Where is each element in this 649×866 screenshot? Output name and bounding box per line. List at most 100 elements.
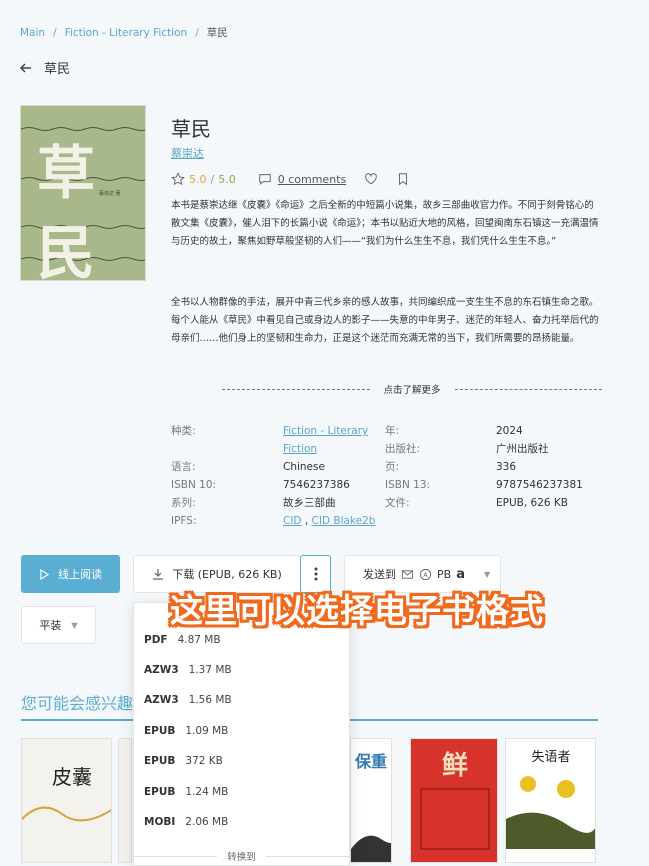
read-online-button[interactable]: 线上阅读: [21, 555, 120, 593]
bookmark-button[interactable]: [396, 172, 410, 186]
breadcrumb-main[interactable]: Main: [20, 27, 45, 39]
binding-select[interactable]: 平装 ▼: [21, 606, 96, 644]
download-icon: [153, 569, 164, 580]
svg-text:A: A: [423, 570, 428, 578]
format-option[interactable]: MOBI 2.06 MB: [144, 816, 228, 828]
comments-label: 0 comments: [277, 172, 347, 186]
detail-value: 故乡三部曲: [283, 497, 336, 509]
caret-down-icon: ▼: [71, 620, 78, 630]
book-details: 种类: Fiction - Literary Fiction 语言: Chine…: [171, 422, 601, 532]
format-size: 372 KB: [185, 755, 223, 767]
back-title: 草民: [44, 62, 71, 77]
detail-label: 语言:: [171, 461, 196, 473]
recommended-book[interactable]: 鲜: [410, 738, 498, 863]
play-icon: [40, 568, 50, 580]
convert-to-divider: 转换到: [134, 849, 350, 863]
detail-label: 出版社:: [385, 443, 421, 455]
detail-label: 系列:: [171, 497, 196, 509]
detail-value: 2024: [496, 425, 523, 437]
detail-label: 页:: [385, 461, 400, 473]
cover-title-char: 草: [37, 139, 96, 207]
breadcrumb-current: 草民: [206, 27, 228, 39]
ipfs-blake-link[interactable]: CID Blake2b: [312, 515, 376, 527]
breadcrumb-separator: /: [195, 26, 199, 39]
more-vertical-icon: [314, 567, 317, 581]
rating-value: 5.0: [189, 172, 207, 186]
detail-value: Chinese: [283, 461, 325, 473]
format-name: AZW3: [144, 694, 179, 706]
book-cover-art: 保重: [351, 752, 391, 862]
star-icon: [171, 172, 185, 186]
back-link[interactable]: 草民: [18, 58, 70, 77]
at-icon: A: [419, 568, 432, 580]
convert-to-label: 转换到: [227, 852, 256, 863]
rating-separator: /: [210, 172, 215, 186]
format-option[interactable]: EPUB 1.09 MB: [144, 725, 228, 737]
detail-value: EPUB, 626 KB: [496, 497, 568, 509]
format-name: PDF: [144, 634, 168, 646]
book-cover-art: 失语者: [506, 750, 595, 849]
book-cover-art: 鲜: [420, 751, 490, 850]
author-link[interactable]: 蔡崇达: [171, 145, 204, 161]
book-title: 皮囊: [52, 765, 92, 789]
format-name: EPUB: [144, 755, 176, 767]
send-to-label: 发送到: [363, 568, 396, 581]
comments-link[interactable]: 0 comments: [258, 172, 347, 186]
amazon-icon: a: [456, 566, 465, 582]
recommended-book[interactable]: 失语者: [505, 738, 596, 863]
format-size: 1.37 MB: [188, 664, 232, 676]
ipfs-cid-link[interactable]: CID: [283, 515, 302, 527]
comment-icon: [258, 174, 271, 185]
divider: [454, 388, 603, 390]
format-option[interactable]: PDF 4.87 MB: [144, 634, 221, 646]
book-cover[interactable]: 草 蔡崇达 著 民: [20, 105, 146, 281]
bookmark-icon: [399, 173, 408, 186]
recommended-book[interactable]: [118, 738, 132, 863]
format-size: 2.06 MB: [185, 816, 229, 828]
book-title: 草民: [171, 117, 211, 141]
format-name: MOBI: [144, 816, 176, 828]
read-more[interactable]: 点击了解更多: [222, 382, 603, 396]
detail-label: 文件:: [385, 497, 410, 509]
format-dropdown: PDF 4.87 MB AZW3 1.37 MB AZW3 1.56 MB EP…: [133, 602, 350, 866]
detail-label: 年:: [385, 425, 400, 437]
format-name: EPUB: [144, 786, 176, 798]
recommended-book[interactable]: 皮囊: [21, 738, 112, 863]
format-option[interactable]: AZW3 1.37 MB: [144, 664, 232, 676]
format-name: AZW3: [144, 664, 179, 676]
format-option[interactable]: EPUB 372 KB: [144, 755, 223, 767]
cover-author: 蔡崇达 著: [99, 191, 121, 197]
mail-icon: [401, 569, 414, 579]
read-more-label: 点击了解更多: [383, 385, 441, 396]
category-link[interactable]: Fiction - Literary: [283, 422, 368, 440]
detail-label: ISBN 13:: [385, 479, 431, 491]
book-cover-art: 皮囊: [22, 765, 111, 822]
format-size: 1.09 MB: [185, 725, 229, 737]
breadcrumb-category[interactable]: Fiction - Literary Fiction: [65, 27, 188, 39]
download-label: 下载 (EPUB, 626 KB): [172, 568, 282, 581]
category-link[interactable]: Fiction: [283, 440, 317, 458]
arrow-left-icon: [19, 62, 31, 73]
detail-value: 336: [496, 461, 517, 473]
pocketbook-label: PB: [437, 567, 452, 581]
detail-value: 7546237386: [283, 479, 350, 491]
breadcrumb: Main / Fiction - Literary Fiction / 草民: [20, 25, 228, 40]
divider: [222, 388, 370, 390]
book-meta: 5.0 / 5.0 0 comments: [171, 172, 410, 186]
ipfs-links: CID , CID Blake2b: [283, 515, 376, 527]
favorite-button[interactable]: [364, 172, 378, 186]
format-option[interactable]: EPUB 1.24 MB: [144, 786, 228, 798]
detail-label: 种类:: [171, 425, 196, 437]
detail-value: 9787546237381: [496, 479, 583, 491]
detail-label: IPFS:: [171, 515, 197, 527]
format-size: 1.56 MB: [188, 694, 232, 706]
description-paragraph: 本书是蔡崇达继《皮囊》《命运》之后全新的中短篇小说集，故乡三部曲收官力作。不同于…: [171, 200, 599, 247]
format-size: 1.24 MB: [185, 786, 229, 798]
detail-label: ISBN 10:: [171, 479, 217, 491]
detail-value: 广州出版社: [496, 443, 549, 455]
recommended-book[interactable]: 保重: [350, 738, 392, 863]
format-option[interactable]: AZW3 1.56 MB: [144, 694, 232, 706]
rating[interactable]: 5.0 / 5.0: [171, 172, 236, 186]
cover-title-char: 民: [37, 219, 96, 281]
description-paragraph: 全书以人物群像的手法，展开中青三代乡亲的感人故事，共同编织成一支生生不息的东石镇…: [171, 297, 599, 344]
